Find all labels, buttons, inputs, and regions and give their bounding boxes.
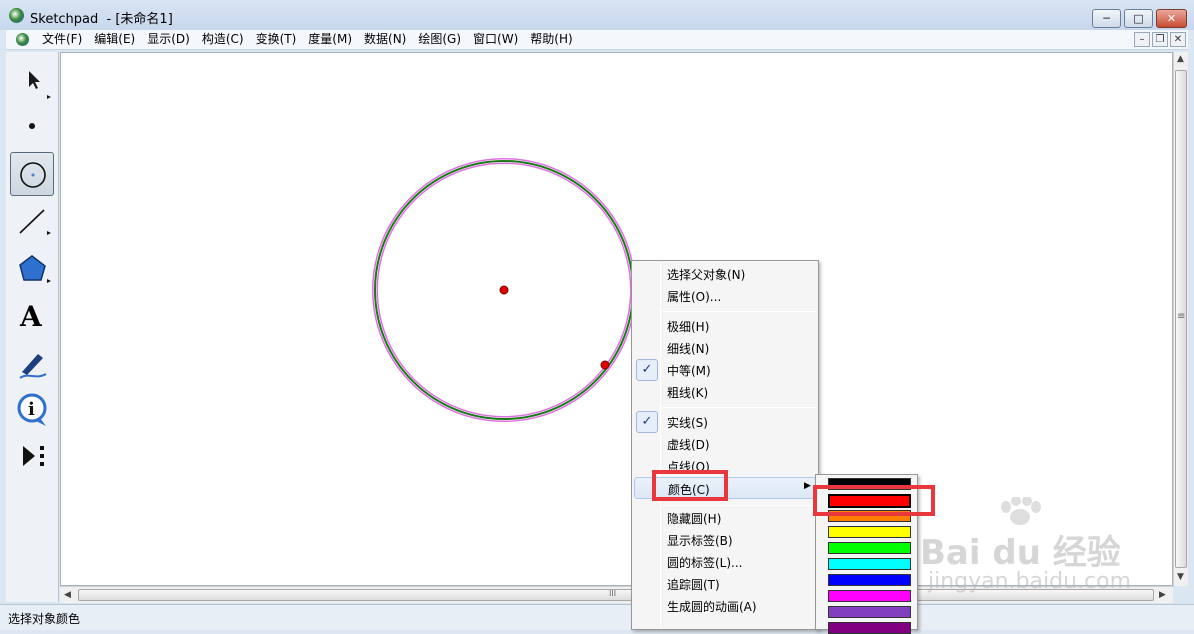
scroll-right-icon[interactable]: ▶ [1159,590,1166,600]
menu-graph[interactable]: 绘图(G) [412,30,467,50]
menu-item-animate-circle[interactable]: 生成圆的动画(A) [634,595,816,617]
document-icon[interactable] [16,33,29,46]
menu-list: 文件(F) 编辑(E) 显示(D) 构造(C) 变换(T) 度量(M) 数据(N… [36,30,579,50]
watermark-url: jingyan.baidu.com [928,569,1132,594]
highlight-box-red-swatch [813,485,935,516]
menu-data[interactable]: 数据(N) [358,30,412,50]
arrow-select-tool[interactable] [10,58,54,102]
mdi-restore-button[interactable]: ❐ [1152,32,1168,47]
minimize-icon: ─ [1103,12,1110,25]
title-bar: Sketchpad - [未命名1] ─ □ ✕ [0,0,1194,30]
menu-separator [662,311,816,312]
info-icon: i [17,393,47,426]
svg-text:i: i [28,399,35,420]
menu-file[interactable]: 文件(F) [36,30,88,50]
marker-icon [19,354,47,379]
status-bar: 选择对象颜色 [0,604,1194,630]
menu-item-circle-label[interactable]: 圆的标签(L)... [634,551,816,573]
point-tool[interactable] [10,104,54,148]
color-swatch[interactable] [828,558,911,570]
line-icon [19,209,51,235]
mdi-close-button[interactable]: ✕ [1170,32,1186,47]
color-swatch[interactable] [828,590,911,602]
highlight-box-color-item [652,470,728,501]
menu-item-trace-circle[interactable]: 追踪圆(T) [634,573,816,595]
menu-measure[interactable]: 度量(M) [302,30,358,50]
info-tool[interactable]: i [10,388,54,432]
menu-item-solid[interactable]: ✓ 实线(S) [634,411,816,433]
menu-separator [662,407,816,408]
scroll-down-icon[interactable]: ▼ [1177,572,1184,582]
paw-watermark-icon [1001,497,1041,525]
minimize-button[interactable]: ─ [1092,9,1121,28]
color-swatch[interactable] [828,606,911,618]
context-menu: 选择父对象(N) 属性(O)... 极细(H) 细线(N) ✓ 中等(M) 粗线… [631,260,819,630]
menu-item-thinnest[interactable]: 极细(H) [634,315,816,337]
menu-separator [662,505,816,506]
text-tool[interactable]: A [10,296,54,340]
menu-item-hide-circle[interactable]: 隐藏圆(H) [634,507,816,529]
compass-tool[interactable] [10,152,54,196]
window-title: Sketchpad - [未命名1] [30,12,173,27]
v-grip-icon: ≡ [1177,311,1186,322]
radius-point [600,360,610,370]
submenu-arrow-icon: ▶ [804,481,811,491]
color-swatch[interactable] [828,574,911,586]
app-window: Sketchpad - [未命名1] ─ □ ✕ 文件(F) 编辑(E) 显示(… [0,0,1194,634]
vertical-scrollbar[interactable]: ▲ ≡ ▼ [1173,52,1188,586]
color-swatch[interactable] [828,526,911,538]
menu-item-medium[interactable]: ✓ 中等(M) [634,359,816,381]
center-point [499,285,509,295]
menu-item-select-parent[interactable]: 选择父对象(N) [634,263,816,285]
custom-tool[interactable] [10,434,54,478]
menu-item-show-label[interactable]: 显示标签(B) [634,529,816,551]
h-grip-icon: III [609,589,617,598]
circle-icon [20,162,46,188]
menu-item-thin[interactable]: 细线(N) [634,337,816,359]
sketchpad-app-icon [9,8,24,23]
menu-help[interactable]: 帮助(H) [524,30,578,50]
watermark-logo: Bai du 经验 [920,533,1121,573]
color-swatch[interactable] [828,622,911,634]
maximize-button[interactable]: □ [1124,9,1153,28]
close-button[interactable]: ✕ [1156,9,1187,28]
mdi-minimize-button[interactable]: – [1134,32,1150,47]
straightedge-tool[interactable] [10,200,54,244]
menu-item-properties[interactable]: 属性(O)... [634,285,816,307]
menu-item-thick[interactable]: 粗线(K) [634,381,816,403]
scroll-up-icon[interactable]: ▲ [1177,54,1184,64]
toolbox: A i [6,52,59,602]
status-text: 选择对象颜色 [8,612,81,626]
play-icon [23,446,44,466]
polygon-icon [19,255,51,283]
menu-bar: 文件(F) 编辑(E) 显示(D) 构造(C) 变换(T) 度量(M) 数据(N… [6,30,1188,50]
maximize-icon: □ [1133,12,1144,25]
polygon-tool[interactable] [10,248,54,292]
menu-edit[interactable]: 编辑(E) [88,30,141,50]
close-icon: ✕ [1166,12,1177,25]
menu-construct[interactable]: 构造(C) [196,30,250,50]
arrow-icon [29,71,51,99]
text-icon: A [20,300,42,333]
menu-window[interactable]: 窗口(W) [467,30,524,50]
check-icon: ✓ [636,359,658,381]
menu-item-dashed[interactable]: 虚线(D) [634,433,816,455]
marker-tool[interactable] [10,342,54,386]
scroll-left-icon[interactable]: ◀ [64,590,71,600]
point-icon [29,123,35,129]
menu-transform[interactable]: 变换(T) [250,30,303,50]
vertical-scroll-thumb[interactable]: ≡ [1175,70,1187,568]
color-swatch[interactable] [828,542,911,554]
check-icon: ✓ [636,411,658,433]
menu-display[interactable]: 显示(D) [141,30,196,50]
